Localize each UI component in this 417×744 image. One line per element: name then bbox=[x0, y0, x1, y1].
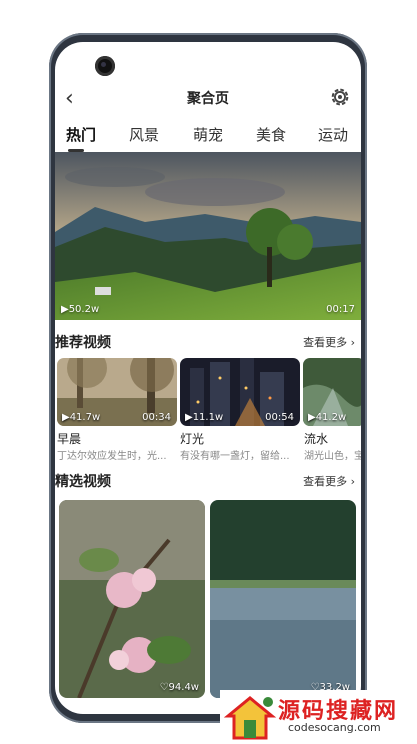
video-title: 流水 bbox=[304, 432, 329, 446]
likes-count: ♡94.4w bbox=[159, 682, 199, 693]
video-card-morning[interactable]: ▶41.7w 00:34 bbox=[57, 358, 177, 426]
recommended-more-link[interactable]: 查看更多 › bbox=[303, 334, 355, 350]
video-desc: 湖光山色，宝 bbox=[304, 451, 361, 462]
house-logo-icon bbox=[223, 696, 277, 740]
views-count: ▶41.7w bbox=[62, 412, 101, 423]
hero-video[interactable]: ▶50.2w 00:17 bbox=[55, 152, 361, 320]
page-title: 聚合页 bbox=[187, 91, 229, 107]
featured-title: 精选视频 bbox=[55, 474, 111, 490]
lake-thumbnail bbox=[210, 500, 356, 698]
duration: 00:54 bbox=[265, 412, 294, 423]
brand-url: codesocang.com bbox=[288, 721, 381, 734]
video-title: 灯光 bbox=[180, 432, 205, 446]
video-card-lights[interactable]: ▶11.1w 00:54 bbox=[180, 358, 300, 426]
flowers-thumbnail bbox=[59, 500, 205, 698]
video-card-water[interactable]: ▶41.2w bbox=[303, 358, 361, 426]
featured-more-link[interactable]: 查看更多 › bbox=[303, 473, 355, 489]
views-count: ▶11.1w bbox=[185, 412, 224, 423]
tab-pets[interactable]: 萌宠 bbox=[193, 124, 223, 145]
category-tabs: 热门 风景 萌宠 美食 运动 bbox=[55, 124, 361, 154]
video-desc: 有没有哪一盏灯，留给... bbox=[180, 451, 290, 462]
watermark: 源码搜藏网 codesocang.com bbox=[220, 690, 417, 744]
hero-duration: 00:17 bbox=[326, 304, 355, 315]
video-desc: 丁达尔效应发生时，光... bbox=[57, 451, 167, 462]
featured-card-flowers[interactable]: ♡94.4w bbox=[59, 500, 205, 698]
camera-icon bbox=[95, 56, 115, 76]
video-title: 早晨 bbox=[57, 432, 82, 446]
views-count: ▶41.2w bbox=[308, 412, 347, 423]
recommended-title: 推荐视频 bbox=[55, 335, 111, 351]
app-screen: ‹ 聚合页 热门 风景 萌宠 美食 运动 ▶50.2w 00:17 推荐视频 查… bbox=[55, 42, 361, 714]
hero-video-thumbnail bbox=[55, 152, 361, 320]
tab-hot[interactable]: 热门 bbox=[66, 124, 96, 145]
hero-views: ▶50.2w bbox=[61, 304, 100, 315]
app-header: ‹ 聚合页 bbox=[55, 82, 361, 114]
featured-card-lake[interactable]: ♡33.2w bbox=[210, 500, 356, 698]
tab-food[interactable]: 美食 bbox=[256, 124, 286, 145]
gear-icon[interactable] bbox=[329, 86, 351, 108]
tab-sports[interactable]: 运动 bbox=[318, 124, 348, 145]
tab-scenery[interactable]: 风景 bbox=[129, 124, 159, 145]
duration: 00:34 bbox=[142, 412, 171, 423]
